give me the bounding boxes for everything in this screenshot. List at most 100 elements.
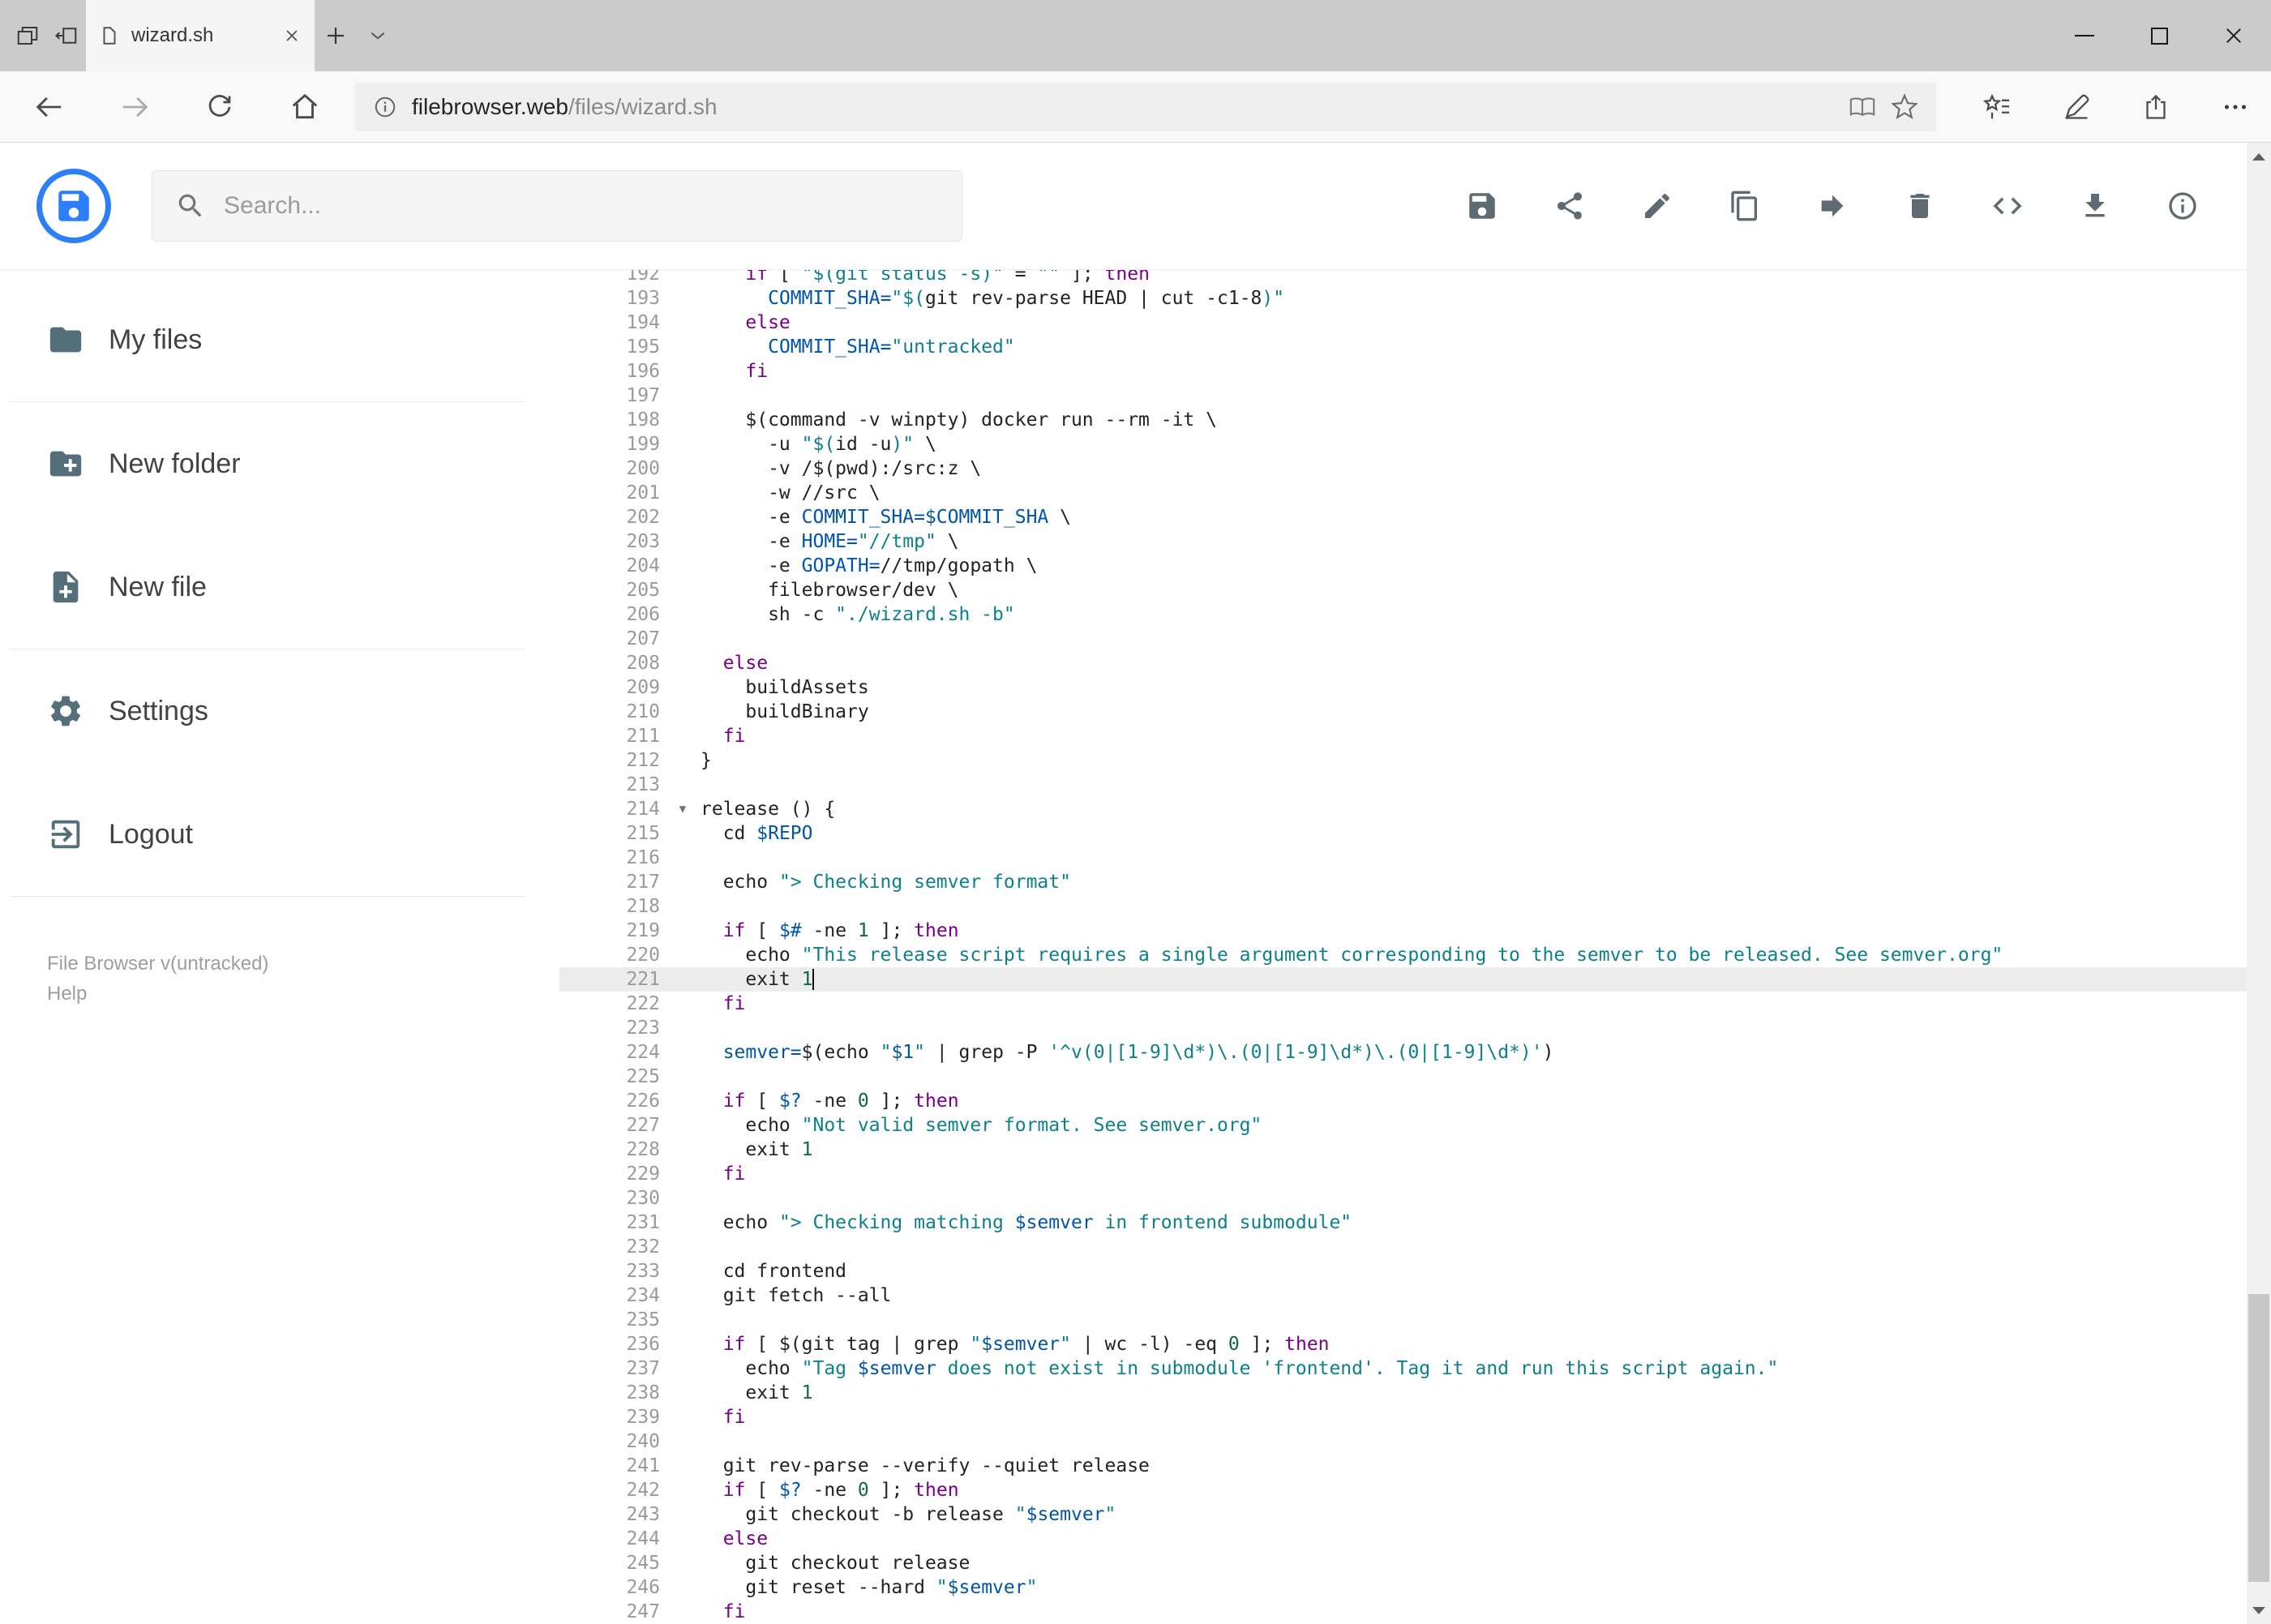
code-line[interactable]: 231 echo "> Checking matching $semver in… xyxy=(559,1211,2247,1235)
code-line[interactable]: 218 xyxy=(559,894,2247,919)
code-line[interactable]: 212} xyxy=(559,748,2247,773)
code-line[interactable]: 205 filebrowser/dev \ xyxy=(559,578,2247,602)
code-line[interactable]: 197 xyxy=(559,384,2247,408)
code-line[interactable]: 199 -u "$(id -u)" \ xyxy=(559,432,2247,456)
code-line[interactable]: 237 echo "Tag $semver does not exist in … xyxy=(559,1356,2247,1381)
set-tabs-aside-button[interactable] xyxy=(8,0,47,71)
help-link[interactable]: Help xyxy=(47,979,559,1009)
code-line[interactable]: 211 fi xyxy=(559,724,2247,748)
address-bar[interactable]: filebrowser.web/files/wizard.sh xyxy=(355,82,1936,131)
save-button[interactable] xyxy=(1459,182,1506,229)
code-line[interactable]: 195 COMMIT_SHA="untracked" xyxy=(559,335,2247,359)
code-line[interactable]: 209 buildAssets xyxy=(559,675,2247,700)
sidebar-item-new-file[interactable]: New file xyxy=(0,525,559,649)
code-line[interactable]: 219 if [ $# -ne 1 ]; then xyxy=(559,919,2247,943)
code-editor[interactable]: 192 if [ "$(git status -s)" = "" ]; then… xyxy=(559,270,2247,1624)
rename-button[interactable] xyxy=(1634,182,1681,229)
hub-button[interactable] xyxy=(1974,71,2020,142)
favorite-star-icon[interactable] xyxy=(1891,92,1918,121)
share-page-button[interactable] xyxy=(2133,71,2179,142)
scroll-up-button[interactable] xyxy=(2247,143,2271,170)
code-line[interactable]: 246 git reset --hard "$semver" xyxy=(559,1575,2247,1600)
code-line[interactable]: 204 -e GOPATH=//tmp/gopath \ xyxy=(559,554,2247,578)
url-text[interactable]: filebrowser.web/files/wizard.sh xyxy=(412,94,1834,120)
code-line[interactable]: 201 -w //src \ xyxy=(559,481,2247,505)
code-line[interactable]: 217 echo "> Checking semver format" xyxy=(559,870,2247,894)
close-window-button[interactable] xyxy=(2196,0,2271,71)
code-line[interactable]: 227 echo "Not valid semver format. See s… xyxy=(559,1113,2247,1138)
code-line[interactable]: 243 git checkout -b release "$semver" xyxy=(559,1502,2247,1527)
scroll-down-button[interactable] xyxy=(2247,1596,2271,1624)
ink-button[interactable] xyxy=(2054,71,2099,142)
code-line[interactable]: 226 if [ $? -ne 0 ]; then xyxy=(559,1089,2247,1113)
more-button[interactable] xyxy=(2213,71,2258,142)
share-button[interactable] xyxy=(1546,182,1593,229)
page-scrollbar[interactable] xyxy=(2247,143,2271,1624)
code-line[interactable]: 238 exit 1 xyxy=(559,1381,2247,1405)
code-line[interactable]: 242 if [ $? -ne 0 ]; then xyxy=(559,1478,2247,1502)
delete-button[interactable] xyxy=(1896,182,1943,229)
forward-button[interactable] xyxy=(92,71,177,142)
code-line[interactable]: 233 cd frontend xyxy=(559,1259,2247,1283)
code-line[interactable]: 220 echo "This release script requires a… xyxy=(559,943,2247,967)
copy-button[interactable] xyxy=(1721,182,1768,229)
search-bar[interactable] xyxy=(152,170,962,242)
sidebar-item-new-folder[interactable]: New folder xyxy=(0,402,559,525)
browser-tab[interactable]: wizard.sh xyxy=(86,0,315,71)
sidebar-item-logout[interactable]: Logout xyxy=(0,773,559,896)
code-line[interactable]: 239 fi xyxy=(559,1405,2247,1429)
code-line[interactable]: 247 fi xyxy=(559,1600,2247,1624)
scrollbar-thumb[interactable] xyxy=(2248,1294,2269,1582)
code-line[interactable]: 222 fi xyxy=(559,992,2247,1016)
reading-view-icon[interactable] xyxy=(1849,93,1876,121)
code-line[interactable]: 192 if [ "$(git status -s)" = "" ]; then xyxy=(559,270,2247,286)
code-line[interactable]: 193 COMMIT_SHA="$(git rev-parse HEAD | c… xyxy=(559,286,2247,311)
tab-preview-button[interactable] xyxy=(47,0,86,71)
info-button[interactable] xyxy=(2159,182,2206,229)
raw-code-button[interactable] xyxy=(1984,182,2031,229)
code-line[interactable]: 203 -e HOME="//tmp" \ xyxy=(559,529,2247,554)
new-tab-button[interactable] xyxy=(315,0,357,71)
move-button[interactable] xyxy=(1809,182,1856,229)
code-line[interactable]: 224 semver=$(echo "$1" | grep -P '^v(0|[… xyxy=(559,1040,2247,1065)
code-line[interactable]: 207 xyxy=(559,627,2247,651)
code-line[interactable]: 241 git rev-parse --verify --quiet relea… xyxy=(559,1454,2247,1478)
code-line[interactable]: 200 -v /$(pwd):/src:z \ xyxy=(559,456,2247,481)
code-line[interactable]: 215 cd $REPO xyxy=(559,821,2247,846)
code-line[interactable]: 235 xyxy=(559,1308,2247,1332)
tab-list-button[interactable] xyxy=(357,0,399,71)
sidebar-item-settings[interactable]: Settings xyxy=(0,649,559,773)
code-line[interactable]: 236 if [ $(git tag | grep "$semver" | wc… xyxy=(559,1332,2247,1356)
code-line[interactable]: 225 xyxy=(559,1065,2247,1089)
code-line[interactable]: 213 xyxy=(559,773,2247,797)
code-line[interactable]: 216 xyxy=(559,846,2247,870)
code-line[interactable]: 245 git checkout release xyxy=(559,1551,2247,1575)
code-line[interactable]: 214 ▼ release () { xyxy=(559,797,2247,821)
code-line[interactable]: 244 else xyxy=(559,1527,2247,1551)
code-line[interactable]: 221 exit 1 xyxy=(559,967,2247,992)
tab-close-icon[interactable] xyxy=(282,26,302,45)
app-logo[interactable] xyxy=(36,169,111,243)
sidebar-item-my-files[interactable]: My files xyxy=(0,278,559,401)
home-button[interactable] xyxy=(262,71,347,142)
search-input[interactable] xyxy=(224,192,939,220)
code-line[interactable]: 228 exit 1 xyxy=(559,1138,2247,1162)
code-line[interactable]: 240 xyxy=(559,1429,2247,1454)
code-line[interactable]: 198 $(command -v winpty) docker run --rm… xyxy=(559,408,2247,432)
code-line[interactable]: 196 fi xyxy=(559,359,2247,384)
download-button[interactable] xyxy=(2072,182,2119,229)
code-line[interactable]: 229 fi xyxy=(559,1162,2247,1186)
code-line[interactable]: 208 else xyxy=(559,651,2247,675)
back-button[interactable] xyxy=(6,71,92,142)
code-line[interactable]: 206 sh -c "./wizard.sh -b" xyxy=(559,602,2247,627)
minimize-button[interactable] xyxy=(2047,0,2122,71)
code-line[interactable]: 223 xyxy=(559,1016,2247,1040)
code-line[interactable]: 210 buildBinary xyxy=(559,700,2247,724)
code-line[interactable]: 232 xyxy=(559,1235,2247,1259)
code-line[interactable]: 234 git fetch --all xyxy=(559,1283,2247,1308)
code-line[interactable]: 202 -e COMMIT_SHA=$COMMIT_SHA \ xyxy=(559,505,2247,529)
maximize-button[interactable] xyxy=(2122,0,2196,71)
code-line[interactable]: 194 else xyxy=(559,311,2247,335)
fold-marker-icon[interactable]: ▼ xyxy=(665,797,701,821)
refresh-button[interactable] xyxy=(177,71,262,142)
